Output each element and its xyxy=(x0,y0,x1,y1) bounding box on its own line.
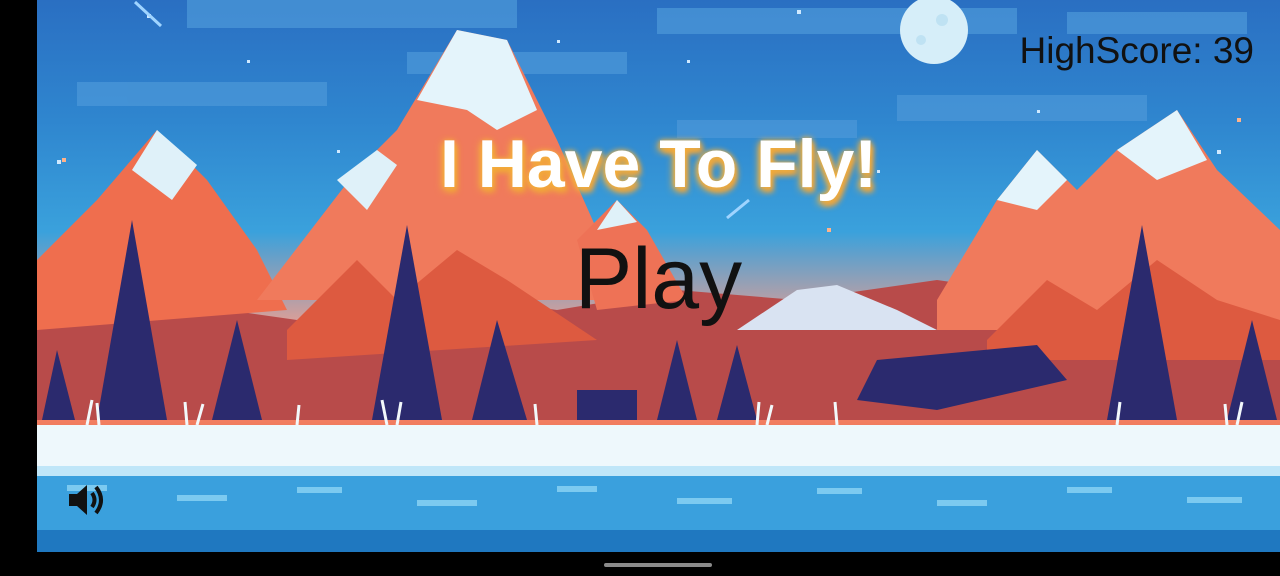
volume-up-icon[interactable] xyxy=(65,480,109,520)
highscore-label: HighScore: 39 xyxy=(1019,30,1254,71)
snow-ground xyxy=(37,425,1280,470)
game-canvas[interactable]: HighScore: 39 I Have To Fly! Play xyxy=(37,0,1280,552)
system-navigation-bar xyxy=(0,552,1280,576)
gesture-handle[interactable] xyxy=(604,563,712,567)
moon xyxy=(900,0,968,64)
game-title: I Have To Fly! xyxy=(439,126,878,202)
game-screen: HighScore: 39 I Have To Fly! Play xyxy=(0,0,1280,576)
play-button[interactable]: Play xyxy=(37,236,1280,322)
